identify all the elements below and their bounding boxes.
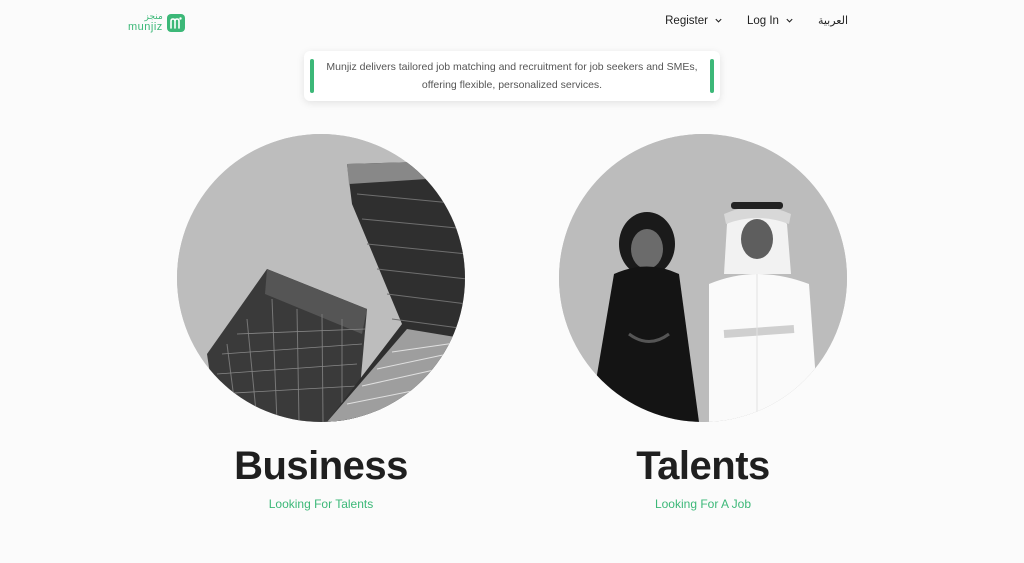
login-menu[interactable]: Log In: [747, 15, 794, 27]
logo-mark-icon: [166, 14, 185, 32]
business-card[interactable]: Business Looking For Talents: [176, 134, 466, 512]
language-switch[interactable]: العربية: [818, 14, 848, 27]
talents-subtitle[interactable]: Looking For A Job: [558, 496, 848, 512]
talents-title: Talents: [636, 444, 770, 488]
business-image[interactable]: [177, 134, 465, 422]
talents-card[interactable]: Talents Looking For A Job: [558, 134, 848, 512]
chevron-down-icon: [786, 18, 793, 23]
business-subtitle[interactable]: Looking For Talents: [176, 496, 466, 512]
munjiz-logo[interactable]: منجز munjiz: [128, 12, 185, 34]
site-header: منجز munjiz Register Log In العربية: [0, 0, 1024, 46]
main-nav: Register Log In العربية: [665, 14, 848, 27]
business-title: Business: [234, 444, 408, 488]
intro-banner: Munjiz delivers tailored job matching an…: [304, 51, 720, 101]
register-label: Register: [665, 14, 708, 27]
chevron-down-icon: [715, 18, 722, 23]
talents-image[interactable]: [559, 134, 847, 422]
page: منجز munjiz Register Log In العربية Munj…: [0, 0, 1024, 563]
banner-accent-right: [710, 59, 714, 93]
banner-text: Munjiz delivers tailored job matching an…: [326, 61, 698, 91]
register-menu[interactable]: Register: [665, 15, 723, 27]
logo-english: munjiz: [128, 21, 163, 33]
logo-text: منجز munjiz: [128, 13, 163, 33]
banner-accent-left: [310, 59, 314, 93]
login-label: Log In: [746, 14, 779, 27]
